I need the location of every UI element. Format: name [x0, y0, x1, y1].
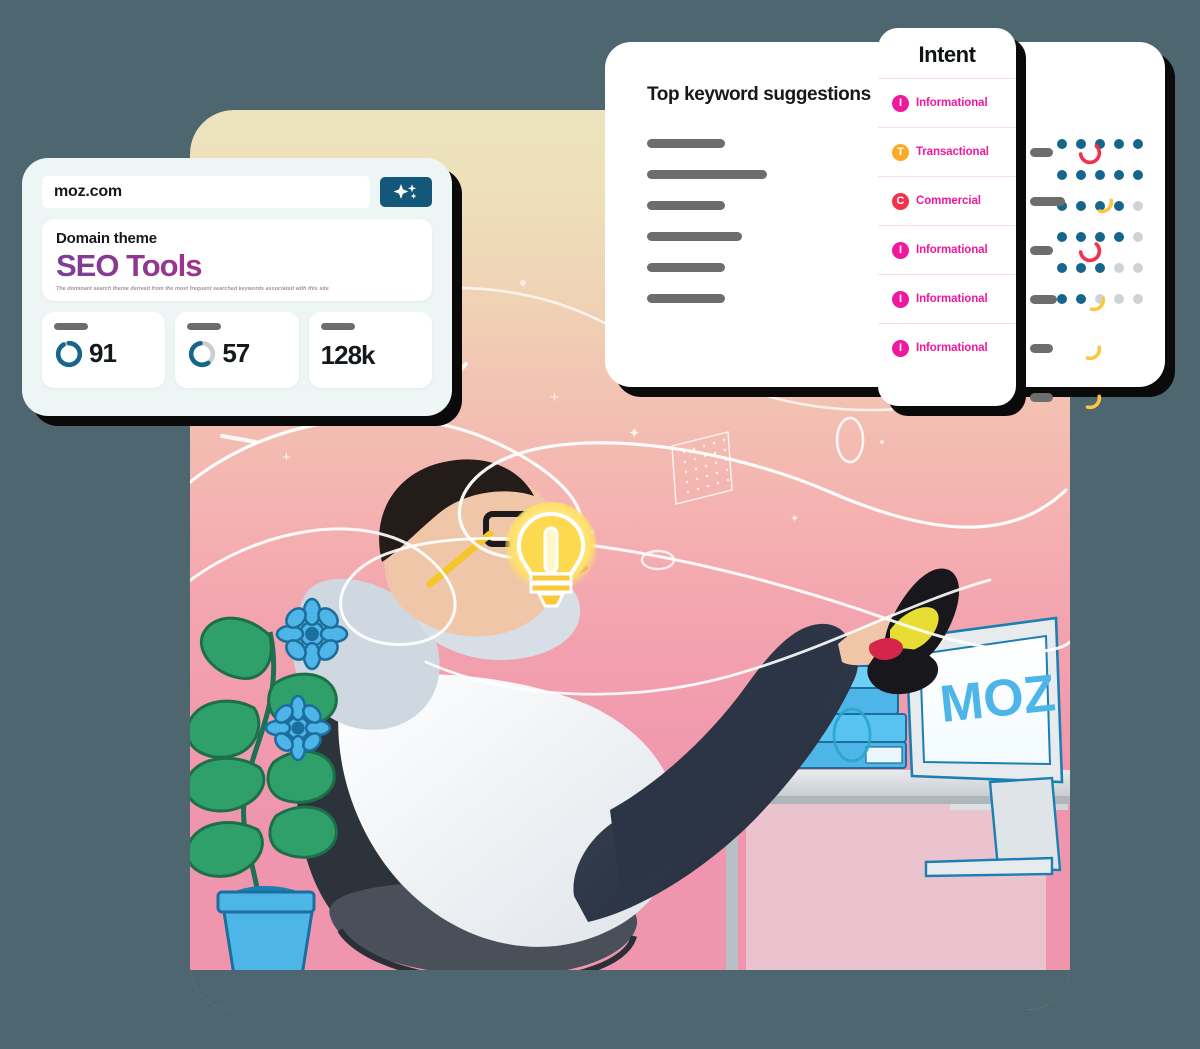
difficulty-gauge-icon — [1078, 239, 1102, 262]
domain-search-row: moz.com — [42, 176, 432, 208]
intent-label: Informational — [916, 293, 988, 305]
intent-badge-icon: I — [892, 290, 909, 308]
intent-card: Intent I Informational T Transactional C… — [878, 28, 1026, 416]
domain-theme-label: Domain theme — [56, 230, 157, 247]
keyword-skeleton — [647, 170, 767, 179]
difficulty-skeleton — [1030, 246, 1053, 255]
intent-label: Informational — [916, 342, 988, 354]
difficulty-row — [1030, 226, 1115, 275]
domain-theme-caption: The dominant search theme derived from t… — [56, 286, 329, 292]
difficulty-skeleton — [1030, 344, 1053, 353]
intent-label: Informational — [916, 244, 988, 256]
difficulty-gauge-icon — [1078, 386, 1102, 409]
monitor-moz-logo: MOZ — [937, 664, 1058, 734]
intent-row[interactable]: T Transactional — [878, 127, 1016, 176]
intent-row[interactable]: I Informational — [878, 78, 1016, 127]
keyword-skeleton — [647, 263, 725, 272]
intent-row[interactable]: I Informational — [878, 323, 1016, 372]
keyword-skeleton — [647, 139, 725, 148]
difficulty-row — [1030, 275, 1115, 324]
sparkles-icon — [393, 184, 417, 199]
domain-theme-value: SEO Tools — [56, 248, 418, 284]
intent-label: Commercial — [916, 195, 981, 207]
metric-value: 91 — [89, 338, 117, 368]
intent-badge-icon: I — [892, 241, 909, 259]
metric-label-skeleton — [320, 323, 355, 330]
hero-illustration-stage: + + ✦ ✦ MOZ moz.com Domain theme SEO Too… — [0, 0, 1200, 1049]
intent-badge-icon: C — [892, 192, 909, 210]
difficulty-row — [1030, 324, 1115, 373]
keyword-skeleton — [647, 232, 742, 241]
metric-value: 57 — [222, 338, 250, 368]
difficulty-gauge-icon — [1078, 337, 1102, 360]
difficulty-skeleton — [1030, 393, 1053, 402]
floor-strip — [190, 970, 1070, 1010]
intent-label: Informational — [916, 97, 988, 109]
metric-card: 128k — [308, 312, 432, 388]
domain-theme-card: Domain theme SEO Tools The dominant sear… — [42, 219, 432, 301]
domain-overview-card: moz.com Domain theme SEO Tools The domin… — [22, 158, 462, 426]
difficulty-gauge-icon — [1078, 141, 1102, 164]
metric-label-skeleton — [187, 323, 222, 330]
lightbulb-icon — [505, 502, 597, 610]
keyword-skeleton — [647, 201, 725, 210]
difficulty-row — [1030, 128, 1115, 177]
metric-card-list: 91 57 128k — [42, 312, 432, 388]
intent-row[interactable]: C Commercial — [878, 176, 1016, 225]
intent-row[interactable]: I Informational — [878, 225, 1016, 274]
domain-url-input[interactable]: moz.com — [42, 176, 370, 208]
gauge-ring-icon — [55, 340, 83, 367]
difficulty-skeleton — [1030, 295, 1057, 304]
potted-plant — [190, 597, 349, 990]
intent-row[interactable]: I Informational — [878, 274, 1016, 323]
difficulty-column — [1030, 128, 1115, 422]
difficulty-skeleton — [1030, 148, 1053, 157]
difficulty-gauge-icon — [1090, 190, 1114, 213]
intent-badge-icon: T — [892, 143, 909, 161]
difficulty-gauge-icon — [1082, 288, 1106, 311]
metric-card: 57 — [175, 312, 299, 388]
difficulty-row — [1030, 177, 1115, 226]
metric-value: 128k — [320, 340, 376, 370]
metric-card: 91 — [42, 312, 166, 388]
intent-badge-icon: I — [892, 339, 909, 357]
ai-sparkles-button[interactable] — [380, 177, 432, 207]
metric-label-skeleton — [54, 323, 88, 330]
intent-badge-icon: I — [892, 94, 909, 112]
intent-card-title: Intent — [918, 42, 976, 67]
gauge-ring-icon — [189, 340, 216, 367]
blue-flower — [275, 597, 349, 671]
difficulty-skeleton — [1030, 197, 1065, 206]
difficulty-row — [1030, 373, 1115, 422]
intent-label: Transactional — [916, 146, 989, 158]
keyword-skeleton — [647, 294, 725, 303]
